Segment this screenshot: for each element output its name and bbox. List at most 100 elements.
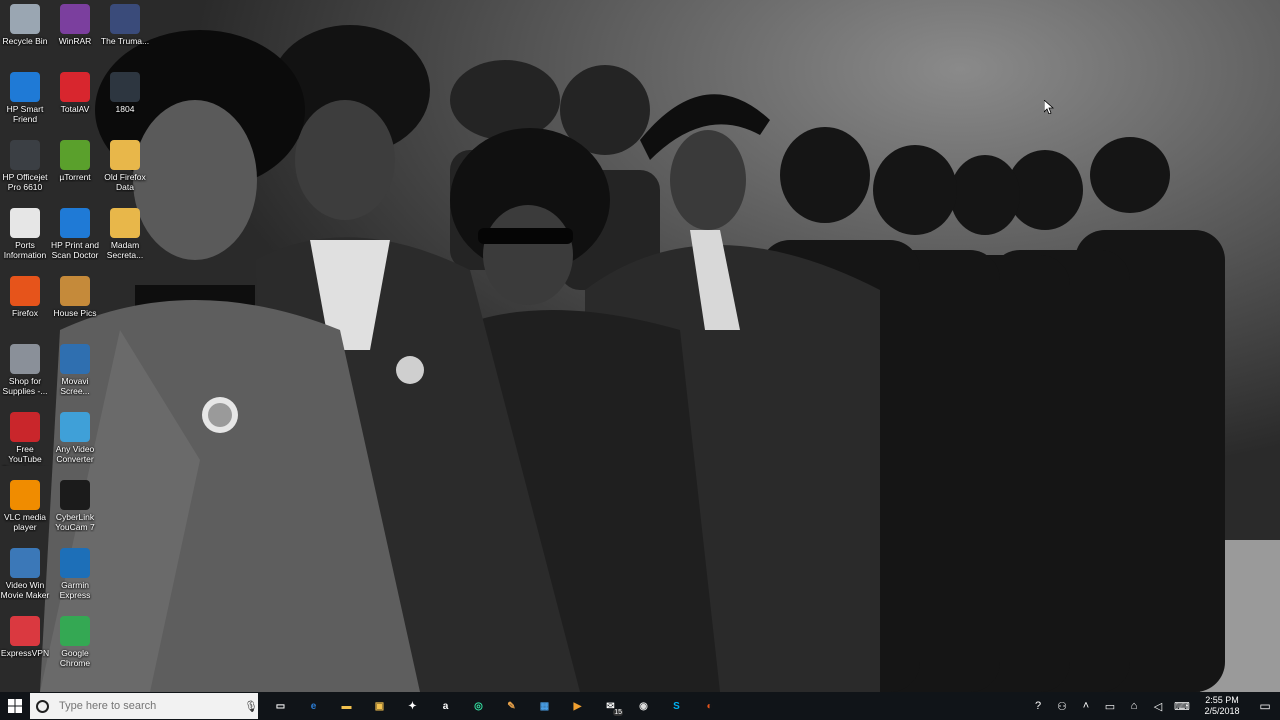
clock-time: 2:55 PM bbox=[1205, 695, 1239, 705]
desktop-icon-label: The Truma... bbox=[100, 36, 150, 46]
chevron-up-icon[interactable]: ˄ bbox=[1074, 692, 1098, 720]
mouse-cursor-icon bbox=[1044, 100, 1054, 114]
camera-app-glyph: ◉ bbox=[639, 700, 648, 712]
desktop-wallpaper bbox=[0, 0, 1280, 692]
task-view-glyph: ▭ bbox=[275, 700, 286, 712]
text-document-icon bbox=[10, 208, 40, 238]
desktop-icon-grid: Recycle Bin WinRAR The Truma... HP Smart Fr… bbox=[0, 0, 149, 692]
desktop-icon[interactable]: House Pics bbox=[50, 272, 100, 340]
pinned-apps: ▭ e ▬ ▣ ✦ a ◎ ✎ ▦ ▶ ✉ 15 ◉ S ◐ bbox=[264, 692, 726, 720]
desktop-icon-label: µTorrent bbox=[59, 172, 91, 182]
people-tray-icon[interactable]: ⚇ bbox=[1050, 692, 1074, 720]
clock-date: 2/5/2018 bbox=[1204, 706, 1240, 716]
desktop-icon[interactable]: HP Smart Friend bbox=[0, 68, 50, 136]
media-player-icon[interactable]: ▶ bbox=[561, 692, 594, 720]
desktop-icon[interactable]: Firefox bbox=[0, 272, 50, 340]
action-center-icon[interactable]: ▭ bbox=[1250, 692, 1280, 720]
photos-icon[interactable]: ▦ bbox=[528, 692, 561, 720]
amazon-glyph: a bbox=[442, 700, 449, 712]
keyboard-icon[interactable]: ⌨ bbox=[1170, 692, 1194, 720]
desktop-icon-label: Shop for Supplies -... bbox=[2, 376, 48, 396]
desktop-icon[interactable]: VLC media player bbox=[0, 476, 50, 544]
youtube-downloader-icon bbox=[10, 412, 40, 442]
desktop-icon[interactable]: Google Chrome bbox=[50, 612, 100, 680]
tripadvisor-icon[interactable]: ◎ bbox=[462, 692, 495, 720]
desktop-icon[interactable]: Free YouTube Downloader bbox=[0, 408, 50, 476]
desktop-icon[interactable]: TotalAV bbox=[50, 68, 100, 136]
cyberlink-youcam-icon bbox=[60, 480, 90, 510]
wallpaper-photo bbox=[0, 0, 1280, 692]
skype-icon[interactable]: S bbox=[660, 692, 693, 720]
desktop-icon[interactable]: Madam Secreta... bbox=[100, 204, 150, 272]
clock[interactable]: 2:55 PM 2/5/2018 bbox=[1194, 695, 1250, 717]
file-explorer-glyph: ▬ bbox=[341, 700, 352, 712]
desktop-icon-label: TotalAV bbox=[60, 104, 90, 114]
cortana-search-icon bbox=[36, 699, 49, 713]
battery-icon[interactable]: ▭ bbox=[1098, 692, 1122, 720]
skype-glyph: S bbox=[673, 700, 680, 712]
desktop-icon[interactable]: Old Firefox Data bbox=[100, 136, 150, 204]
start-button[interactable] bbox=[0, 692, 30, 720]
desktop-icon[interactable]: Recycle Bin bbox=[0, 0, 50, 68]
firefox-taskbar-glyph: ◐ bbox=[706, 700, 713, 712]
desktop-icon[interactable]: 1804 bbox=[100, 68, 150, 136]
desktop-icon-label: WinRAR bbox=[58, 36, 92, 46]
desktop-icon[interactable]: Any Video Converter bbox=[50, 408, 100, 476]
amazon-icon[interactable]: a bbox=[429, 692, 462, 720]
camera-app-icon[interactable]: ◉ bbox=[627, 692, 660, 720]
paint-icon[interactable]: ✎ bbox=[495, 692, 528, 720]
store-icon[interactable]: ▣ bbox=[363, 692, 396, 720]
volume-icon[interactable]: ◁ bbox=[1146, 692, 1170, 720]
desktop-icon-label: VLC media player bbox=[3, 512, 47, 532]
edge-icon[interactable]: e bbox=[297, 692, 330, 720]
tripadvisor-glyph: ◎ bbox=[474, 700, 483, 712]
store-glyph: ▣ bbox=[374, 700, 385, 712]
taskbar-search-box[interactable]: 🎙 bbox=[30, 693, 258, 719]
movie-maker-icon bbox=[10, 548, 40, 578]
desktop-icon-label: Recycle Bin bbox=[2, 36, 48, 46]
microphone-icon[interactable]: 🎙 bbox=[244, 700, 258, 713]
desktop-icon[interactable]: µTorrent bbox=[50, 136, 100, 204]
hp-print-scan-doctor-icon bbox=[60, 208, 90, 238]
garmin-express-icon bbox=[60, 548, 90, 578]
desktop-icon[interactable]: HP Officejet Pro 6610 bbox=[0, 136, 50, 204]
desktop-icon-label: 1804 bbox=[115, 104, 135, 114]
desktop-icon-label: Old Firefox Data bbox=[104, 172, 146, 192]
file-explorer-icon[interactable]: ▬ bbox=[330, 692, 363, 720]
image-file-icon bbox=[110, 72, 140, 102]
firefox-icon bbox=[10, 276, 40, 306]
winrar-icon bbox=[60, 4, 90, 34]
desktop-icon[interactable]: Ports Information bbox=[0, 204, 50, 272]
search-input[interactable] bbox=[57, 699, 231, 713]
printer-supplies-icon bbox=[10, 344, 40, 374]
dropbox-icon[interactable]: ✦ bbox=[396, 692, 429, 720]
network-icon[interactable]: ⌂ bbox=[1122, 692, 1146, 720]
desktop-icon-label: House Pics bbox=[53, 308, 97, 318]
dropbox-glyph: ✦ bbox=[408, 700, 417, 712]
help-tray-icon[interactable]: ? bbox=[1026, 692, 1050, 720]
desktop-icon-label: Ports Information bbox=[3, 240, 47, 260]
media-player-glyph: ▶ bbox=[573, 700, 582, 712]
folder-icon bbox=[60, 276, 90, 306]
desktop-icon-label: HP Smart Friend bbox=[6, 104, 44, 124]
desktop-icon-label: Movavi Scree... bbox=[60, 376, 90, 396]
photos-glyph: ▦ bbox=[539, 700, 550, 712]
desktop-icon[interactable]: CyberLink YouCam 7 bbox=[50, 476, 100, 544]
desktop-icon[interactable]: Garmin Express bbox=[50, 544, 100, 612]
firefox-taskbar-icon[interactable]: ◐ bbox=[693, 692, 726, 720]
desktop-icon[interactable]: WinRAR bbox=[50, 0, 100, 68]
desktop-icon-label: ExpressVPN bbox=[0, 648, 50, 658]
desktop-icon[interactable]: Movavi Scree... bbox=[50, 340, 100, 408]
any-video-converter-icon bbox=[60, 412, 90, 442]
desktop-icon[interactable]: Video Win Movie Maker bbox=[0, 544, 50, 612]
totalav-shield-icon bbox=[60, 72, 90, 102]
task-view-icon[interactable]: ▭ bbox=[264, 692, 297, 720]
desktop-icon-label: Any Video Converter bbox=[55, 444, 95, 464]
desktop-icon[interactable]: HP Print and Scan Doctor bbox=[50, 204, 100, 272]
desktop-icon-label: Video Win Movie Maker bbox=[0, 580, 50, 600]
desktop-icon[interactable]: ExpressVPN bbox=[0, 612, 50, 680]
mail-icon[interactable]: ✉ 15 bbox=[594, 692, 627, 720]
folder-icon bbox=[110, 140, 140, 170]
desktop-icon[interactable]: The Truma... bbox=[100, 0, 150, 68]
desktop-icon[interactable]: Shop for Supplies -... bbox=[0, 340, 50, 408]
